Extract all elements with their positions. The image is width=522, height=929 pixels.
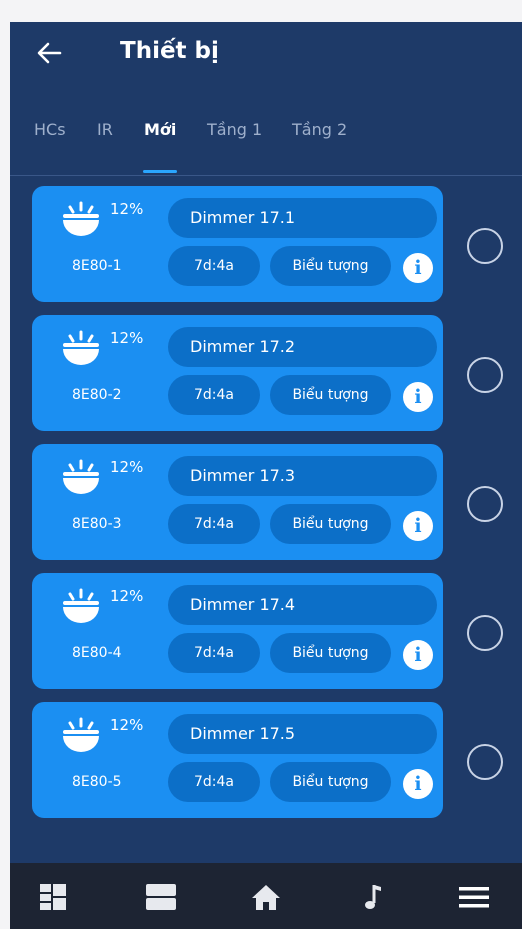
device-code: 8E80-2 [72,387,122,403]
device-row: 12% 8E80-4 Dimmer 17.4 7d:4a Biểu tượng … [10,573,522,689]
tab-hcs[interactable]: HCs [34,120,66,139]
device-address[interactable]: 7d:4a [168,504,260,544]
dimmer-light-icon [63,588,99,623]
device-name-field[interactable]: Dimmer 17.2 [168,327,437,367]
brightness-level: 12% [110,329,144,347]
active-tab-indicator [143,170,177,173]
device-card[interactable]: 12% 8E80-3 Dimmer 17.3 7d:4a Biểu tượng … [32,444,443,560]
device-code: 8E80-4 [72,645,122,661]
tab-bar: HCs IR Mới Tầng 1 Tầng 2 [10,100,522,176]
device-row: 12% 8E80-3 Dimmer 17.3 7d:4a Biểu tượng … [10,444,522,560]
select-radio[interactable] [467,486,503,522]
app-bar: Thiết bị [10,22,522,86]
nav-home[interactable] [248,880,284,914]
device-address[interactable]: 7d:4a [168,375,260,415]
dashboard-icon [40,884,66,910]
back-button[interactable] [32,36,66,70]
device-name-field[interactable]: Dimmer 17.4 [168,585,437,625]
info-icon[interactable]: i [403,640,433,670]
device-code: 8E80-1 [72,258,122,274]
nav-music[interactable] [356,880,392,914]
choose-icon-button[interactable]: Biểu tượng [270,375,391,415]
tab-moi[interactable]: Mới [144,120,176,139]
tab-tang-2[interactable]: Tầng 2 [292,120,347,139]
device-code: 8E80-3 [72,516,122,532]
device-address[interactable]: 7d:4a [168,633,260,673]
device-row: 12% 8E80-2 Dimmer 17.2 7d:4a Biểu tượng … [10,315,522,431]
home-icon [252,885,280,910]
nav-menu[interactable] [456,880,492,914]
select-radio[interactable] [467,615,503,651]
device-card[interactable]: 12% 8E80-2 Dimmer 17.2 7d:4a Biểu tượng … [32,315,443,431]
dimmer-light-icon [63,717,99,752]
bottom-navigation [10,863,522,929]
tab-ir[interactable]: IR [97,120,113,139]
brightness-level: 12% [110,716,144,734]
arrow-left-icon [37,42,62,64]
device-code: 8E80-5 [72,774,122,790]
menu-icon [459,887,489,908]
brightness-level: 12% [110,458,144,476]
music-note-icon [365,885,381,909]
device-row: 12% 8E80-1 Dimmer 17.1 7d:4a Biểu tượng … [10,186,522,302]
choose-icon-button[interactable]: Biểu tượng [270,504,391,544]
nav-rooms[interactable] [143,880,179,914]
nav-dashboard[interactable] [35,880,71,914]
select-radio[interactable] [467,357,503,393]
brightness-level: 12% [110,587,144,605]
tab-tang-1[interactable]: Tầng 1 [207,120,262,139]
device-card[interactable]: 12% 8E80-1 Dimmer 17.1 7d:4a Biểu tượng … [32,186,443,302]
info-icon[interactable]: i [403,769,433,799]
device-card[interactable]: 12% 8E80-5 Dimmer 17.5 7d:4a Biểu tượng … [32,702,443,818]
device-name-field[interactable]: Dimmer 17.3 [168,456,437,496]
dimmer-light-icon [63,201,99,236]
choose-icon-button[interactable]: Biểu tượng [270,633,391,673]
rooms-icon [146,884,176,910]
device-card[interactable]: 12% 8E80-4 Dimmer 17.4 7d:4a Biểu tượng … [32,573,443,689]
app-screen: Thiết bị HCs IR Mới Tầng 1 Tầng 2 12% 8E… [10,22,522,929]
select-radio[interactable] [467,744,503,780]
info-icon[interactable]: i [403,382,433,412]
dimmer-light-icon [63,459,99,494]
info-icon[interactable]: i [403,511,433,541]
device-address[interactable]: 7d:4a [168,762,260,802]
brightness-level: 12% [110,200,144,218]
device-address[interactable]: 7d:4a [168,246,260,286]
tab-divider [10,175,522,176]
device-name-field[interactable]: Dimmer 17.5 [168,714,437,754]
choose-icon-button[interactable]: Biểu tượng [270,246,391,286]
info-icon[interactable]: i [403,253,433,283]
device-name-field[interactable]: Dimmer 17.1 [168,198,437,238]
page-title: Thiết bị [120,38,219,64]
dimmer-light-icon [63,330,99,365]
select-radio[interactable] [467,228,503,264]
device-row: 12% 8E80-5 Dimmer 17.5 7d:4a Biểu tượng … [10,702,522,818]
choose-icon-button[interactable]: Biểu tượng [270,762,391,802]
